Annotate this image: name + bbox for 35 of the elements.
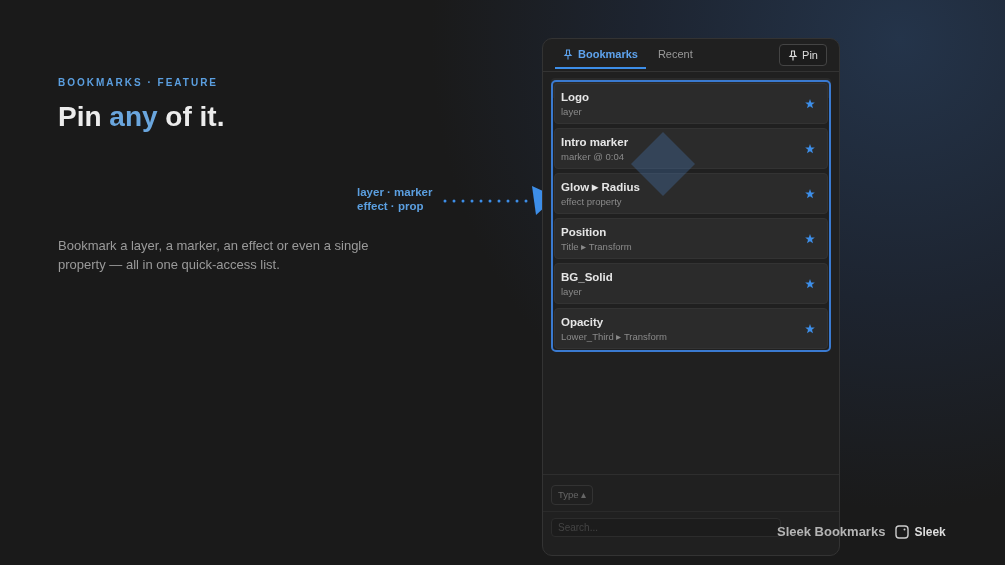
- tab[interactable]: Bookmarks: [555, 41, 646, 69]
- bookmark-subtitle: layer: [561, 104, 583, 118]
- star-icon[interactable]: [805, 233, 815, 244]
- star-icon[interactable]: [805, 143, 815, 154]
- star-icon[interactable]: [805, 98, 815, 109]
- brand-name: Sleek: [914, 523, 946, 541]
- bookmark-title: Glow ▸ Radius: [561, 179, 641, 195]
- bookmark-subtitle: marker @ 0:04: [561, 149, 625, 163]
- bookmark-item[interactable]: BG_Solid layer: [554, 263, 828, 304]
- bookmark-item[interactable]: Glow ▸ Radius effect property: [554, 173, 828, 214]
- bookmark-subtitle: Lower_Third ▸ Transform: [561, 329, 668, 343]
- bookmark-title: Intro marker: [561, 134, 630, 150]
- bookmark-subtitle: Title ▸ Transform: [561, 239, 633, 253]
- star-icon[interactable]: [805, 188, 815, 199]
- bookmark-item[interactable]: Opacity Lower_Third ▸ Transform: [554, 308, 828, 349]
- eyebrow-label: BOOKMARKS · FEATURE: [58, 76, 220, 90]
- headline: Pin any of it.: [58, 100, 226, 134]
- logo-icon: [895, 524, 910, 539]
- bookmark-title: Opacity: [561, 314, 605, 330]
- description: Bookmark a layer, a marker, an effect or even a single property — all in one quick-access list.: [58, 237, 370, 274]
- bookmark-title: Logo: [561, 89, 591, 105]
- pin-icon: [563, 48, 573, 60]
- pin-icon: [788, 49, 799, 61]
- bookmark-title: Position: [561, 224, 608, 240]
- star-icon[interactable]: [805, 278, 815, 289]
- pin-button[interactable]: Pin: [779, 44, 827, 66]
- bookmark-subtitle: layer: [561, 284, 583, 298]
- callout-label: layer · marker effect · prop: [357, 185, 433, 213]
- bookmark-subtitle: effect property: [561, 194, 623, 208]
- bookmark-item[interactable]: Logo layer: [554, 83, 828, 124]
- star-icon[interactable]: [805, 323, 815, 334]
- bookmark-title: BG_Solid: [561, 269, 614, 285]
- tab[interactable]: Recent: [649, 41, 701, 69]
- bookmark-item[interactable]: Position Title ▸ Transform: [554, 218, 828, 259]
- bookmark-item[interactable]: Intro marker marker @ 0:04: [554, 128, 828, 169]
